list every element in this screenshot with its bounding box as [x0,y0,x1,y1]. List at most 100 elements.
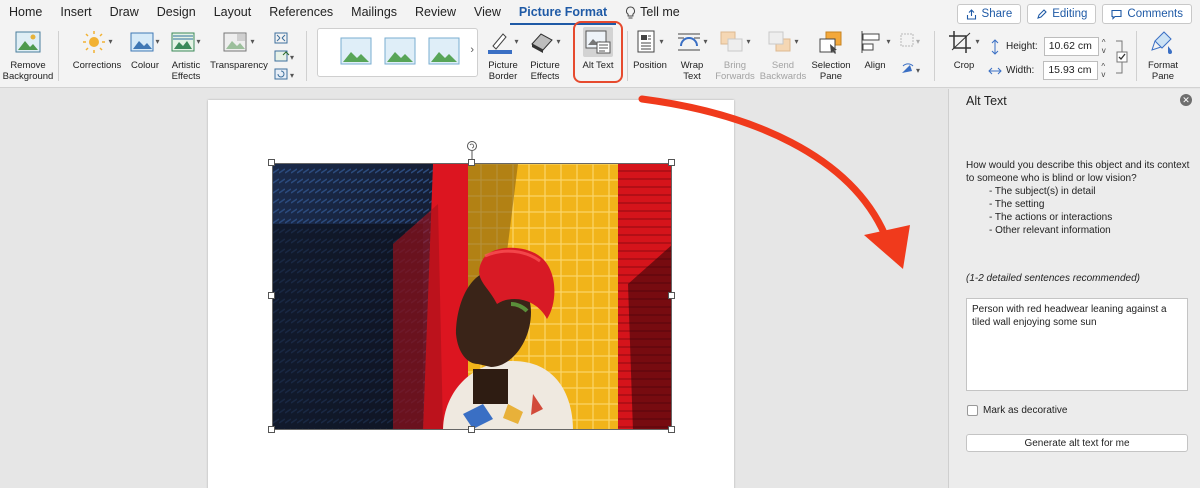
tab-mailings[interactable]: Mailings [342,0,406,25]
bring-forwards-label: Bring Forwards [715,60,755,82]
list-item: - The subject(s) in detail [989,186,1096,197]
list-item: - The actions or interactions [989,212,1113,223]
crop-label: Crop [953,60,975,71]
alt-text-highlight-ring [573,21,623,83]
pane-question: How would you describe this object and i… [966,160,1190,184]
wrap-text-button[interactable]: ▾ Wrap Text [672,27,712,82]
crop-button[interactable]: ▾ Crop [944,27,984,72]
remove-background-button[interactable]: Remove Background [2,27,54,82]
align-button[interactable]: ▾ Align [856,27,894,72]
position-icon [637,30,655,53]
compress-pictures-button[interactable] [274,31,288,49]
mark-decorative-option[interactable]: Mark as decorative [967,405,1067,416]
share-button[interactable]: Share [956,4,1022,24]
group-objects-button[interactable]: ▾ [900,33,924,52]
width-stepper[interactable]: ^ v [1101,62,1105,79]
resize-handle[interactable] [468,159,475,166]
tab-view[interactable]: View [465,0,510,25]
resize-handle[interactable] [668,426,675,433]
picture-style-thumbnail[interactable] [340,37,372,65]
send-backwards-icon [768,31,791,52]
colour-button[interactable]: ▾ Colour [126,27,164,72]
share-icon [966,8,976,20]
format-pane-label: Format Pane [1147,60,1179,82]
height-input[interactable]: 10.62 cm [1043,37,1099,56]
corrections-label: Corrections [72,60,122,71]
recommendation-note: (1-2 detailed sentences recommended) [966,273,1140,284]
position-button[interactable]: ▾ Position [632,27,668,72]
picture-styles-gallery[interactable]: › [317,28,478,77]
change-picture-icon: ▾ [274,50,294,62]
annotation-arrow [638,95,910,269]
picture-style-thumbnail[interactable] [384,37,416,65]
remove-background-icon [15,31,41,53]
generate-alt-text-button[interactable]: Generate alt text for me [966,434,1188,452]
picture-border-label: Picture Border [488,60,518,82]
transparency-button[interactable]: ▾ Transparency [208,27,270,72]
top-right-buttons: Share Editing Comments [956,4,1192,24]
lightbulb-icon [626,5,636,18]
lock-aspect-icon [1116,40,1128,74]
tab-draw[interactable]: Draw [101,0,148,25]
change-picture-button[interactable]: ▾ [274,49,296,67]
send-backwards-label: Send Backwards [759,60,807,82]
position-label: Position [633,60,667,71]
gallery-more-chevron-icon[interactable]: › [470,44,474,56]
ribbon-separator [58,31,59,81]
tab-insert[interactable]: Insert [51,0,100,25]
mark-decorative-label: Mark as decorative [983,405,1068,416]
corrections-button[interactable]: ▾ Corrections [70,27,124,72]
picture-style-thumbnail[interactable] [428,37,460,65]
word-window: Home Insert Draw Design Layout Reference… [0,0,1200,488]
ribbon-separator [1136,31,1137,81]
list-item: - Other relevant information [989,225,1111,236]
tab-review[interactable]: Review [406,0,465,25]
list-item: - The setting [989,199,1045,210]
selected-picture[interactable] [272,163,672,430]
tab-layout[interactable]: Layout [205,0,261,25]
width-icon [988,67,1002,74]
tab-design[interactable]: Design [148,0,205,25]
height-stepper[interactable]: ^ v [1102,38,1106,55]
picture-effects-label: Picture Effects [530,60,560,82]
colour-icon [130,32,154,52]
wrap-text-label: Wrap Text [680,60,704,82]
resize-handle[interactable] [268,426,275,433]
picture-effects-icon [531,33,554,53]
pane-title: Alt Text [966,94,1007,108]
resize-handle[interactable] [268,159,275,166]
rotate-icon: ▾ [902,63,920,75]
lock-aspect-checkbox[interactable] [1114,39,1128,80]
editing-label: Editing [1052,8,1088,20]
artistic-effects-button[interactable]: ▾ Artistic Effects [166,27,206,82]
sun-icon [83,31,106,53]
width-input[interactable]: 15.93 cm [1043,61,1099,80]
artistic-effects-label: Artistic Effects [171,60,201,82]
compress-icon [274,32,288,44]
mark-decorative-checkbox[interactable] [967,405,978,416]
close-icon[interactable]: ✕ [1180,94,1192,106]
width-control: Width: 15.93 cm ^ v [988,61,1105,80]
resize-handle[interactable] [468,426,475,433]
portrait-photo-image [273,164,671,429]
picture-effects-button[interactable]: ▾ Picture Effects [524,27,566,82]
width-label: Width: [1006,65,1035,76]
tab-home[interactable]: Home [0,0,51,25]
comments-button[interactable]: Comments [1102,4,1192,24]
editing-button[interactable]: Editing [1027,4,1097,24]
selection-pane-button[interactable]: Selection Pane [810,27,852,82]
picture-border-button[interactable]: ▾ Picture Border [482,27,524,82]
alt-text-input[interactable]: Person with red headwear leaning against… [966,298,1188,391]
ribbon-separator [306,31,307,81]
resize-handle[interactable] [268,292,275,299]
format-pane-button[interactable]: Format Pane [1142,27,1184,82]
send-backwards-button[interactable]: ▾ Send Backwards [758,27,808,82]
resize-handle[interactable] [668,292,675,299]
height-label: Height: [1006,41,1038,52]
rotate-button[interactable]: ▾ [900,61,924,82]
bring-forwards-button[interactable]: ▾ Bring Forwards [714,27,756,82]
svg-text:▾: ▾ [916,37,920,46]
tell-me-search[interactable]: Tell me [616,0,689,25]
reset-picture-button[interactable]: ▾ [274,67,296,85]
tab-references[interactable]: References [260,0,342,25]
